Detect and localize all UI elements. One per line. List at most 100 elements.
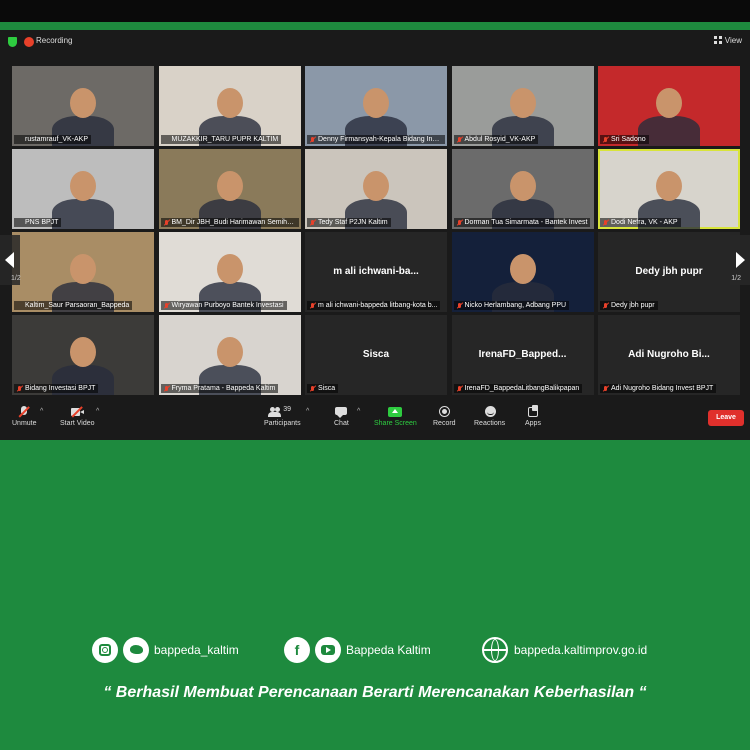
participant-name-label: Denny Firmansyah-Kepala Bidang Investa..… xyxy=(307,135,445,144)
muted-microphone-icon xyxy=(310,137,316,143)
participant-name-label: Dorman Tua Simarmata - Bantek Invest xyxy=(453,218,591,227)
smiley-reaction-icon xyxy=(483,406,497,418)
participant-name-label: rustamrauf_VK-AKP xyxy=(14,135,92,144)
participants-count: 39 xyxy=(283,406,292,413)
participant-tile[interactable]: Nicko Herlambang, Adbang PPU xyxy=(451,232,594,312)
social-page-name[interactable]: Bappeda Kaltim xyxy=(346,643,431,657)
participant-tile[interactable]: Fryma Pratama - Bappeda Kaltim xyxy=(158,315,301,395)
reactions-label: Reactions xyxy=(474,420,506,427)
participant-tile[interactable]: Dedy jbh pupr Dedy jbh pupr xyxy=(598,232,740,312)
share-screen-label: Share Screen xyxy=(374,420,417,427)
participant-name: Adi Nugroho Bidang Invest BPJT xyxy=(611,385,714,392)
chat-label: Chat xyxy=(334,420,349,427)
participant-tile[interactable]: m ali ichwani-ba... m ali ichwani-bappeda… xyxy=(305,232,447,312)
participant-video-head xyxy=(216,88,243,118)
participant-video-head xyxy=(656,171,682,201)
participant-name: PNS BPJT xyxy=(25,219,59,226)
zoom-window: Recording View rustamrauf_VK-AKP MUZAKKIR… xyxy=(0,30,750,440)
participant-video-head xyxy=(216,171,243,201)
participant-name-label: Sri Sadono xyxy=(600,135,649,144)
participant-name: Sri Sadono xyxy=(611,136,646,143)
participants-button[interactable]: 39 Participants xyxy=(264,406,301,427)
participants-icon: 39 xyxy=(268,406,296,418)
muted-microphone-icon xyxy=(603,386,609,392)
participant-name: Fryma Pratama - Bappeda Kaltim xyxy=(171,385,276,392)
audio-options-chevron-icon[interactable]: ^ xyxy=(40,408,43,415)
reactions-button[interactable]: Reactions xyxy=(474,406,505,427)
participant-name-label: Dodi Nefra, VK - AKP xyxy=(600,218,681,227)
participant-display-name: Dedy jbh pupr xyxy=(635,266,703,277)
tagline: “ Berhasil Membuat Perencanaan Berarti M… xyxy=(103,684,647,701)
muted-microphone-icon xyxy=(457,303,463,309)
instagram-icon[interactable] xyxy=(92,637,118,663)
facebook-icon[interactable]: f xyxy=(284,637,310,663)
unmute-label: Unmute xyxy=(12,420,37,427)
start-video-button[interactable]: Start Video xyxy=(60,406,95,427)
page-indicator-right: 1/2 xyxy=(731,275,741,282)
muted-microphone-icon xyxy=(603,220,609,226)
leave-button[interactable]: Leave xyxy=(708,410,744,426)
participant-name: rustamrauf_VK-AKP xyxy=(25,136,89,143)
participant-name: Abdul Rosyid_VK-AKP xyxy=(464,136,536,143)
video-options-chevron-icon[interactable]: ^ xyxy=(96,408,99,415)
participant-tile[interactable]: Kaltim_Saur Parsaoran_Bappeda xyxy=(12,232,154,312)
participant-name-label: Wiryawan Purboyo Bantek Investasi xyxy=(160,301,287,310)
participant-name-label: Adi Nugroho Bidang Invest BPJT xyxy=(600,384,717,393)
participant-tile[interactable]: rustamrauf_VK-AKP xyxy=(12,66,154,146)
participant-name: Dedy jbh pupr xyxy=(611,302,655,309)
participant-tile[interactable]: Dodi Nefra, VK - AKP xyxy=(598,149,740,229)
apps-icon xyxy=(526,405,540,418)
participant-name: Kaltim_Saur Parsaoran_Bappeda xyxy=(25,302,130,309)
record-label: Record xyxy=(433,420,456,427)
participant-name-label: MUZAKKIR_TARU PUPR KALTIM xyxy=(160,135,282,144)
muted-microphone-icon xyxy=(603,137,609,143)
muted-microphone-icon xyxy=(310,220,316,226)
view-button[interactable]: View xyxy=(713,36,742,45)
twitter-icon[interactable] xyxy=(123,637,149,663)
participant-display-name: IrenaFD_Bapped... xyxy=(478,349,567,360)
participants-options-chevron-icon[interactable]: ^ xyxy=(306,408,309,415)
participant-name: Denny Firmansyah-Kepala Bidang Investa..… xyxy=(318,136,445,143)
record-button[interactable]: Record xyxy=(433,406,456,427)
website-link[interactable]: bappeda.kaltimprov.go.id xyxy=(514,643,647,657)
social-handle[interactable]: bappeda_kaltim xyxy=(154,643,239,657)
chat-options-chevron-icon[interactable]: ^ xyxy=(357,408,360,415)
participant-video-head xyxy=(70,88,96,118)
participant-name-label: Fryma Pratama - Bappeda Kaltim xyxy=(160,384,279,393)
muted-microphone-icon xyxy=(310,303,316,309)
participant-tile[interactable]: Adi Nugroho Bi... Adi Nugroho Bidang Inve… xyxy=(598,315,740,395)
participant-video-head xyxy=(509,254,536,284)
participant-tile[interactable]: Wiryawan Purboyo Bantek Investasi xyxy=(158,232,301,312)
participant-tile[interactable]: PNS BPJT xyxy=(12,149,154,229)
participant-name: MUZAKKIR_TARU PUPR KALTIM xyxy=(171,136,279,143)
participant-name: m ali ichwani-bappeda litbang-kota b... xyxy=(318,302,438,309)
participant-name: Dodi Nefra, VK - AKP xyxy=(611,219,678,226)
participant-tile[interactable]: MUZAKKIR_TARU PUPR KALTIM xyxy=(158,66,301,146)
participant-tile[interactable]: Denny Firmansyah-Kepala Bidang Investa..… xyxy=(305,66,447,146)
youtube-icon[interactable] xyxy=(315,637,341,663)
muted-microphone-icon xyxy=(17,386,23,392)
participant-tile[interactable]: IrenaFD_Bapped... IrenaFD_BappedaLitbangB… xyxy=(451,315,594,395)
recording-label: Recording xyxy=(36,36,73,45)
chat-button[interactable]: Chat xyxy=(334,406,349,427)
apps-button[interactable]: Apps xyxy=(525,405,541,427)
participant-tile[interactable]: Dorman Tua Simarmata - Bantek Invest xyxy=(451,149,594,229)
muted-microphone-icon xyxy=(164,386,170,392)
recording-icon xyxy=(24,37,34,47)
participant-tile[interactable]: Sisca Sisca xyxy=(305,315,447,395)
participant-tile[interactable]: Tedy Staf P2JN Kaltim xyxy=(305,149,447,229)
participant-tile[interactable]: Abdul Rosyid_VK-AKP xyxy=(451,66,594,146)
participant-tile[interactable]: Sri Sadono xyxy=(598,66,740,146)
social-website: bappeda.kaltimprov.go.id xyxy=(482,636,647,664)
participant-video-head xyxy=(363,171,389,201)
participant-tile[interactable]: BM_Dir JBH_Budi Harimawan Semihar... xyxy=(158,149,301,229)
unmute-button[interactable]: Unmute xyxy=(12,406,37,427)
participant-name-label: Sisca xyxy=(307,384,339,393)
apps-label: Apps xyxy=(525,420,541,427)
participant-video-head xyxy=(70,171,96,201)
share-screen-button[interactable]: Share Screen xyxy=(374,406,417,427)
security-shield-icon[interactable] xyxy=(8,37,17,47)
participant-name: Tedy Staf P2JN Kaltim xyxy=(318,219,388,226)
participant-tile[interactable]: Bidang Investasi BPJT xyxy=(12,315,154,395)
view-label: View xyxy=(724,36,742,45)
